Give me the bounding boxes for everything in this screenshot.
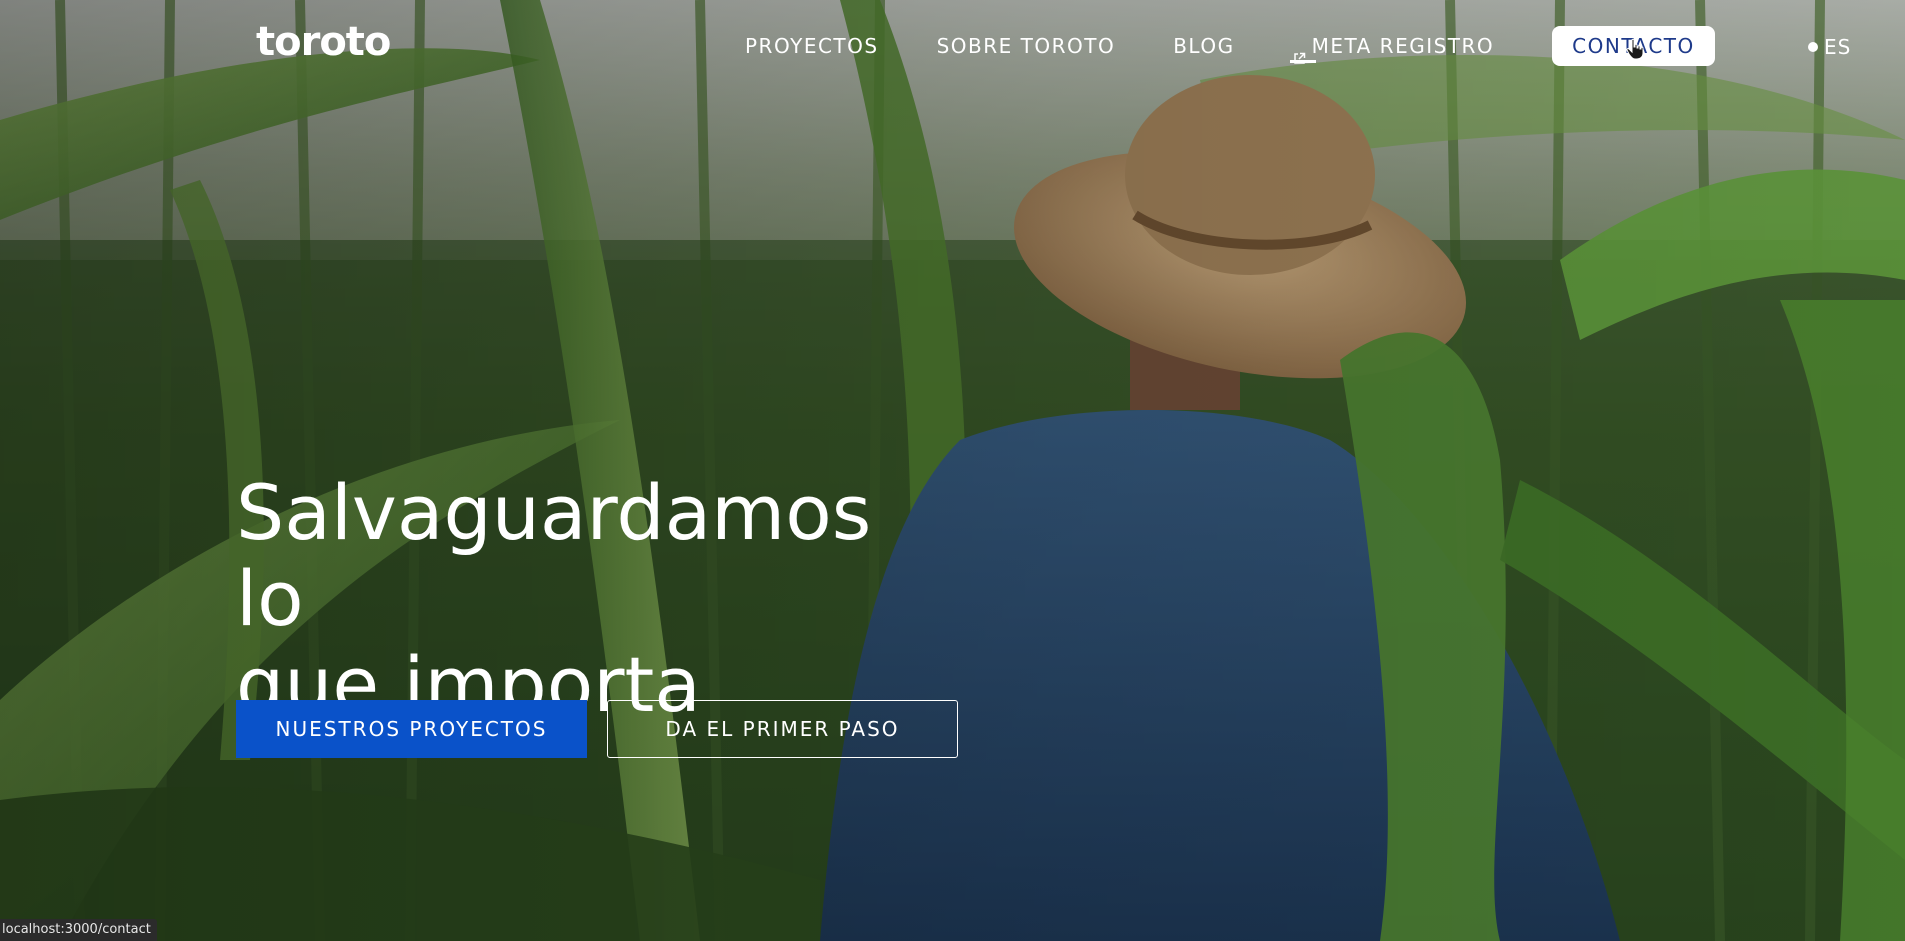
- hero-heading: Salvaguardamos lo que importa: [236, 470, 936, 728]
- first-step-button[interactable]: DA EL PRIMER PASO: [607, 700, 958, 758]
- site-header: toroto PROYECTOS SOBRE TOROTO BLOG META …: [0, 0, 1905, 90]
- language-indicator-icon: [1808, 42, 1818, 52]
- toroto-logo[interactable]: toroto: [256, 22, 391, 62]
- hero-section: toroto PROYECTOS SOBRE TOROTO BLOG META …: [0, 0, 1905, 941]
- language-selector[interactable]: ES: [1808, 35, 1851, 59]
- hero-cta-group: NUESTROS PROYECTOS DA EL PRIMER PASO: [236, 700, 958, 758]
- nav-link-sobre-toroto[interactable]: SOBRE TOROTO: [937, 28, 1116, 64]
- language-label: ES: [1824, 35, 1852, 59]
- our-projects-button[interactable]: NUESTROS PROYECTOS: [236, 700, 587, 758]
- external-link-icon: [1289, 40, 1316, 64]
- nav-link-meta-registro-label: META REGISTRO: [1311, 34, 1495, 58]
- status-bar-url: localhost:3000/contact: [0, 919, 157, 941]
- hero-heading-line1: Salvaguardamos lo: [236, 468, 872, 643]
- hand-pointer-cursor-icon: [1626, 38, 1644, 60]
- nav-link-meta-registro[interactable]: META REGISTRO: [1289, 28, 1495, 64]
- nav-link-blog[interactable]: BLOG: [1173, 28, 1234, 64]
- active-underline: [1289, 59, 1316, 63]
- main-navigation: PROYECTOS SOBRE TOROTO BLOG META REGISTR…: [745, 26, 1715, 66]
- nav-link-proyectos[interactable]: PROYECTOS: [745, 28, 879, 64]
